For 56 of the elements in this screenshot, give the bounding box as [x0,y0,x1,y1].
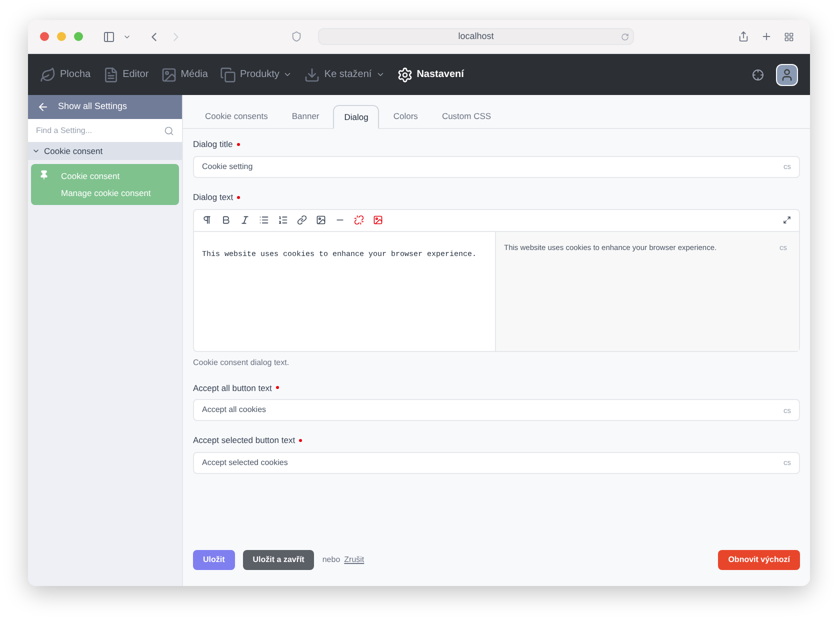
image-icon[interactable] [373,215,383,225]
tabs-overview-icon[interactable] [784,32,794,42]
nav-item[interactable]: Ke stažení [304,66,385,82]
nav-item[interactable]: Média [160,66,208,82]
bold-icon[interactable] [221,215,231,225]
tab[interactable]: Colors [383,104,428,128]
cancel-link[interactable]: Zrušit [344,554,364,566]
link-icon[interactable] [297,215,307,225]
tab[interactable]: Banner [282,104,330,128]
paragraph-icon[interactable] [202,215,212,225]
field-label: Accept selected button text [193,434,296,447]
nav-item[interactable]: Nastavení [396,66,464,82]
pin-icon [39,170,49,180]
italic-icon[interactable] [240,215,250,225]
unlink-icon[interactable] [354,215,364,225]
bullet-list-icon[interactable] [259,215,269,225]
expand-icon[interactable] [783,216,791,224]
sidebar-toggle-icon[interactable] [103,30,115,42]
item-title: Cookie consent [61,170,121,183]
or-text: nebo [322,554,340,566]
nav-item[interactable]: Plocha [40,66,91,82]
field-value: Cookie setting [202,160,254,173]
image-icon[interactable] [316,215,326,225]
nav-item[interactable]: Produkty [220,66,292,82]
search-icon [164,126,174,136]
field-value: Accept selected cookies [202,457,289,469]
field-label: Accept all button text [193,382,272,394]
new-tab-icon[interactable] [761,31,772,42]
leaf-icon [40,66,56,82]
document-icon [102,66,119,82]
address-bar[interactable]: localhost [318,28,634,45]
item-subtitle: Manage cookie consent [61,186,151,200]
nav-item[interactable]: Editor [102,66,149,82]
avatar[interactable] [776,64,798,86]
reset-button[interactable]: Obnovit výchozí [718,550,800,570]
back-link[interactable]: Show all Settings [28,95,182,119]
gear-icon [396,66,413,82]
numbered-list-icon[interactable] [278,215,288,225]
save-button[interactable]: Uložit [193,550,235,570]
arrow-left-icon [36,101,50,113]
copy-icon [220,66,236,82]
download-icon [304,66,320,82]
group-header[interactable]: Cookie consent [28,142,182,160]
save-and-close-button[interactable]: Uložit a zavřít [242,550,314,570]
person-icon [780,68,794,82]
help-text: Cookie consent dialog text. [193,356,290,368]
field-value: Accept all cookies [202,404,268,416]
tab[interactable]: Cookie consents [195,104,278,128]
field-label: Dialog title [193,138,233,151]
locate-icon[interactable] [752,68,764,80]
chevron-down-icon [32,147,40,155]
tab[interactable]: Custom CSS [432,104,502,128]
image-icon [160,66,177,82]
field-label: Dialog text [193,190,234,204]
share-icon[interactable] [738,31,749,42]
tab[interactable]: Dialog [333,105,380,129]
